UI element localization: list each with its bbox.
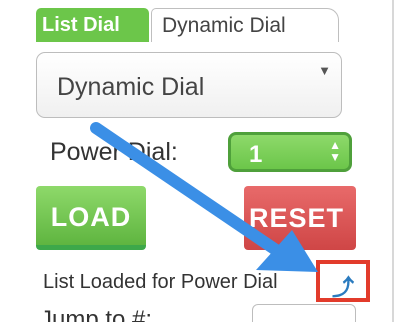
- power-dial-select[interactable]: 1 ▲ ▼: [228, 132, 352, 172]
- power-dial-value: 1: [249, 141, 263, 168]
- card-edge: [392, 0, 394, 322]
- caret-down-icon: ▼: [318, 63, 331, 78]
- updown-stepper-icon: ▲ ▼: [329, 138, 341, 164]
- load-button[interactable]: LOAD: [36, 186, 146, 250]
- dial-mode-value: Dynamic Dial: [57, 73, 205, 101]
- tab-list-dial[interactable]: List Dial: [36, 8, 149, 42]
- curved-arrow-up-icon[interactable]: ⤴: [332, 270, 354, 302]
- reset-button[interactable]: RESET: [244, 186, 356, 250]
- power-dial-label: Power Dial:: [50, 138, 178, 166]
- jump-input[interactable]: [252, 304, 356, 322]
- tab-dynamic-dial[interactable]: Dynamic Dial: [151, 8, 339, 42]
- jump-label: Jump to #:: [40, 306, 153, 322]
- status-text: List Loaded for Power Dial: [43, 271, 278, 293]
- dial-mode-select[interactable]: Dynamic Dial ▼: [36, 52, 342, 118]
- highlight-box: ⤴: [316, 260, 370, 302]
